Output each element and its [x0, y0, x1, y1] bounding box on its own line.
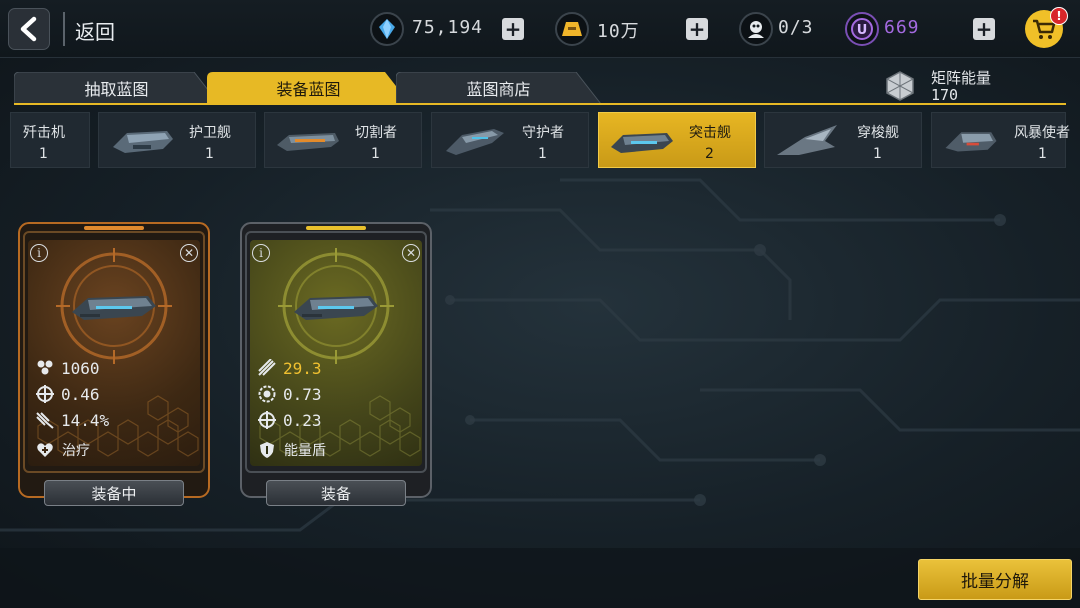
stat-row: 0.23 — [256, 410, 322, 430]
stat-value: 0.46 — [61, 384, 100, 404]
stat-row: 14.4% — [34, 410, 109, 430]
ship-type-guardian[interactable]: 守护者 1 — [431, 112, 589, 168]
add-gold-button[interactable]: + — [686, 18, 708, 40]
ship-type-cutter[interactable]: 切割者 1 — [264, 112, 422, 168]
gold-count: 10万 — [597, 21, 640, 42]
gold-bar-icon — [555, 12, 589, 46]
ship-type-count: 1 — [538, 146, 547, 162]
back-button[interactable] — [8, 8, 50, 50]
assault-ship-icon — [294, 296, 378, 320]
ship-type-count: 2 — [705, 146, 714, 162]
shield-icon — [256, 440, 278, 460]
heal-icon — [34, 440, 56, 460]
assault-ship-icon — [72, 296, 156, 320]
glow-strip — [84, 226, 144, 230]
hull-icon — [34, 358, 56, 378]
stat-row: 0.73 — [256, 384, 322, 404]
bulk-dismantle-button[interactable]: 批量分解 — [918, 559, 1072, 600]
ship-type-name: 突击舰 — [689, 125, 731, 141]
back-arrow-icon — [20, 16, 37, 42]
stat-row: 29.3 — [256, 358, 322, 378]
matrix-energy-value: 170 — [931, 86, 959, 104]
crystal-icon — [370, 12, 404, 46]
ship-type-name: 风暴使者 — [1014, 125, 1070, 141]
close-icon[interactable]: ✕ — [402, 244, 420, 262]
crosshair-icon — [34, 384, 56, 404]
tab-equip-blueprint[interactable]: 装备蓝图 — [207, 72, 410, 104]
ship-type-stormbringer[interactable]: 风暴使者 1 — [931, 112, 1070, 168]
crosshair-icon — [256, 410, 278, 430]
blueprint-card-equipped[interactable]: i ✕ 1060 0.46 14.4% 治疗 装备中 — [18, 222, 210, 506]
matrix-energy-label: 矩阵能量 — [931, 69, 992, 87]
u-coin-count: 669 — [884, 17, 920, 38]
ship-type-shuttle[interactable]: 穿梭舰 1 — [764, 112, 922, 168]
crystal-count: 75,194 — [412, 17, 484, 38]
add-u-coin-button[interactable]: + — [973, 18, 995, 40]
ship-type-count: 1 — [1038, 146, 1047, 162]
ship-type-name: 穿梭舰 — [857, 125, 899, 141]
notification-badge: ! — [1050, 7, 1068, 25]
info-icon[interactable]: i — [30, 244, 48, 262]
stat-value: 0.23 — [283, 410, 322, 430]
equip-button[interactable]: 装备 — [266, 480, 406, 506]
guardian-ship-icon — [446, 129, 504, 155]
tab-blueprint-shop[interactable]: 蓝图商店 — [396, 72, 601, 104]
tab-underline — [14, 103, 1066, 105]
ship-type-count: 1 — [205, 146, 214, 162]
tab-label: 装备蓝图 — [276, 80, 341, 99]
back-label[interactable]: 返回 — [75, 16, 115, 45]
cutter-ship-icon — [277, 133, 339, 151]
ship-type-count: 1 — [873, 146, 882, 162]
stat-value: 29.3 — [283, 358, 322, 378]
top-bar: 返回 75,194 + 10万 + 0/3 U 669 + ! — [0, 0, 1080, 58]
close-icon[interactable]: ✕ — [180, 244, 198, 262]
shuttle-ship-icon — [777, 125, 837, 155]
divider — [63, 12, 65, 46]
add-crystal-button[interactable]: + — [502, 18, 524, 40]
assault-ship-icon — [611, 133, 673, 153]
pilot-count: 0/3 — [778, 17, 814, 38]
ship-type-count: 1 — [39, 146, 48, 162]
info-icon[interactable]: i — [252, 244, 270, 262]
ship-type-name: 歼击机 — [23, 125, 65, 141]
skill-row: 治疗 — [34, 440, 90, 460]
gear-ring-icon — [256, 384, 278, 404]
blueprint-card[interactable]: i ✕ 29.3 0.73 0.23 能量盾 装备 — [240, 222, 432, 506]
u-coin-icon: U — [845, 12, 879, 46]
skill-label: 治疗 — [62, 443, 90, 459]
ship-type-name: 守护者 — [522, 125, 564, 141]
ship-type-fighter[interactable]: 歼击机 1 — [10, 112, 90, 168]
tab-label: 蓝图商店 — [466, 80, 531, 99]
glow-strip — [306, 226, 366, 230]
ship-type-assault[interactable]: 突击舰 2 — [598, 112, 756, 168]
svg-text:U: U — [857, 23, 868, 38]
stat-row: 0.46 — [34, 384, 100, 404]
tab-label: 抽取蓝图 — [84, 80, 149, 99]
stat-value: 14.4% — [61, 410, 110, 430]
pilot-icon — [739, 12, 773, 46]
ship-type-name: 护卫舰 — [189, 125, 231, 141]
equipped-button[interactable]: 装备中 — [44, 480, 184, 506]
ship-type-name: 切割者 — [355, 125, 397, 141]
skill-row: 能量盾 — [256, 440, 326, 460]
stat-row: 1060 — [34, 358, 100, 378]
skill-label: 能量盾 — [284, 443, 326, 459]
matrix-cube-icon — [886, 71, 914, 101]
spread-icon — [34, 410, 56, 430]
ship-type-escort[interactable]: 护卫舰 1 — [98, 112, 256, 168]
stat-value: 1060 — [61, 358, 100, 378]
missile-icon — [256, 358, 278, 378]
stormbringer-ship-icon — [945, 132, 997, 152]
ship-type-count: 1 — [371, 146, 380, 162]
escort-ship-icon — [113, 131, 173, 153]
stat-value: 0.73 — [283, 384, 322, 404]
tab-draw-blueprint[interactable]: 抽取蓝图 — [14, 72, 219, 104]
